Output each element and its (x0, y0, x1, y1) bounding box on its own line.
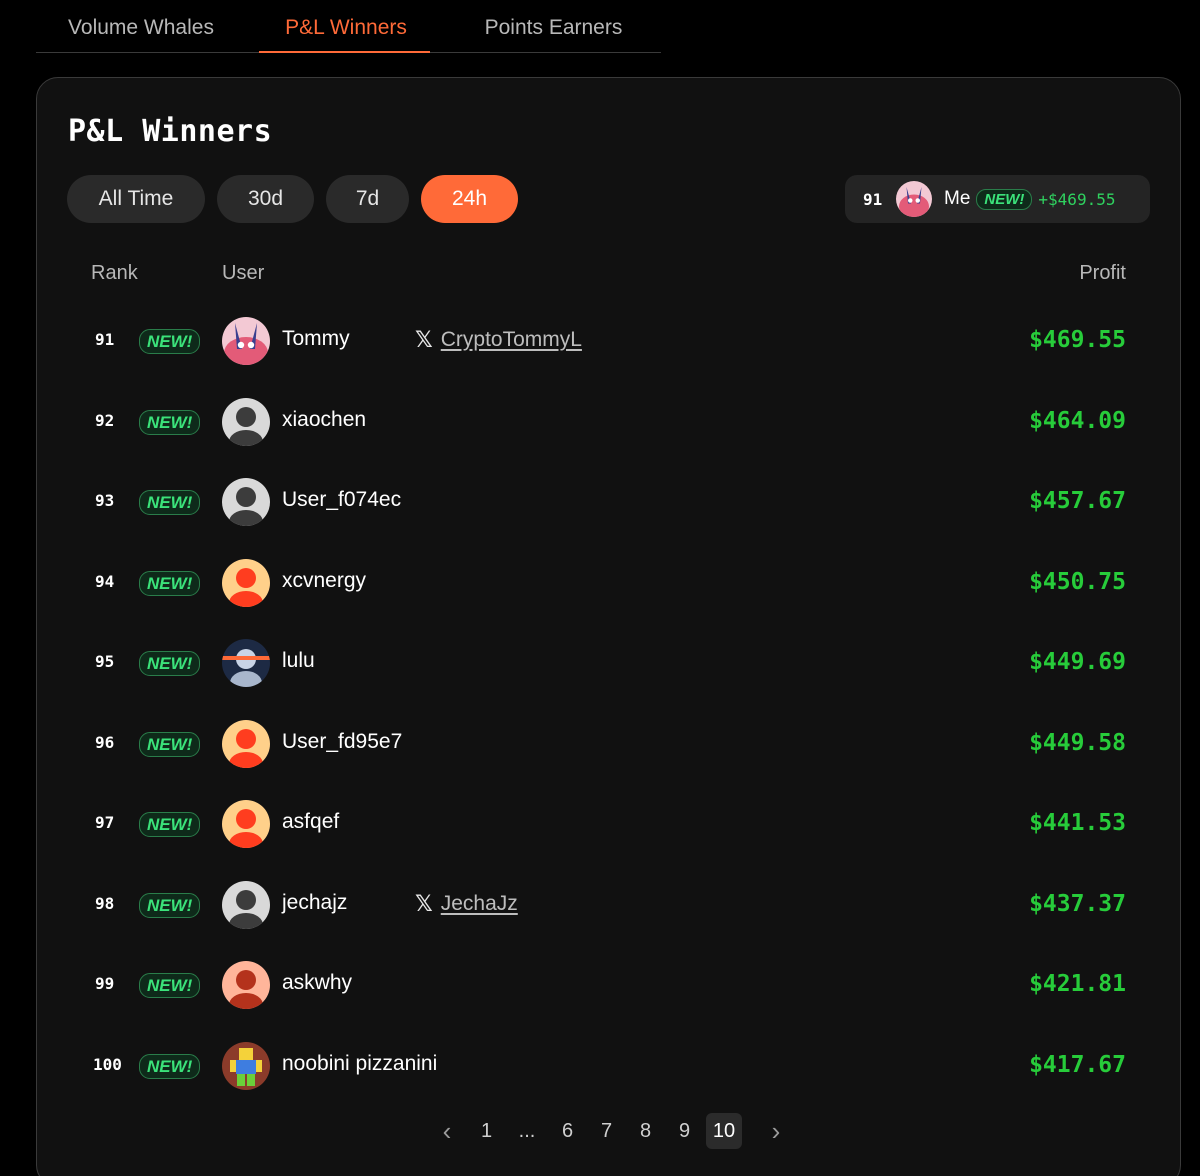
row-rank: 97 (95, 813, 115, 832)
leaderboard-rows: 91 NEW! Tommy 𝕏 CryptoTommyL $469.55 92 NEW! xia… (37, 301, 1180, 1106)
user-name[interactable]: User_fd95e7 (282, 730, 402, 754)
avatar[interactable] (222, 639, 270, 687)
user-name[interactable]: noobini pizzanini (282, 1052, 437, 1076)
row-rank: 92 (95, 410, 115, 430)
row-rank: 93 (95, 491, 115, 510)
user-name[interactable]: User_f074ec (282, 488, 401, 512)
x-logo-icon: 𝕏 (415, 327, 433, 352)
avatar[interactable] (222, 961, 270, 1009)
row-rank: 95 (95, 652, 115, 671)
x-logo-icon: 𝕏 (415, 890, 433, 916)
page-9[interactable]: 9 (665, 1113, 704, 1149)
x-handle[interactable]: JechaJz (441, 892, 518, 916)
x-handle[interactable]: CryptoTommyL (441, 328, 582, 352)
row-profit: $469.55 (1029, 327, 1126, 353)
row-rank: 99 (95, 974, 115, 993)
avatar[interactable] (222, 800, 270, 848)
column-header-user: User (222, 262, 265, 284)
leaderboard-tabs: Volume Whales P&L Winners Points Earners (36, 0, 661, 53)
page-6[interactable]: 6 (548, 1113, 587, 1149)
page-7[interactable]: 7 (587, 1113, 626, 1149)
my-rank-chip[interactable]: 91 Me NEW! +$469.55 (845, 175, 1150, 223)
tab-pnl-winners[interactable]: P&L Winners (246, 0, 446, 53)
column-header-profit[interactable]: Profit (1079, 262, 1126, 285)
new-badge: NEW! (139, 490, 201, 515)
chevron-right-icon[interactable]: › (756, 1113, 796, 1149)
leaderboard-panel: P&L Winners All Time 30d 7d 24h 91 Me NE… (36, 77, 1181, 1176)
new-badge: NEW! (976, 188, 1033, 210)
row-profit: $441.53 (1029, 810, 1126, 836)
filter-all-time[interactable]: All Time (67, 175, 205, 223)
x-link[interactable]: 𝕏 JechaJz (415, 891, 518, 917)
tab-points-earners[interactable]: Points Earners (446, 0, 661, 52)
table-row[interactable]: 96 NEW! User_fd95e7 $449.58 (37, 704, 1180, 785)
avatar[interactable] (222, 317, 270, 365)
table-row[interactable]: 93 NEW! User_f074ec $457.67 (37, 462, 1180, 543)
page-1[interactable]: 1 (467, 1113, 506, 1149)
row-profit: $417.67 (1029, 1051, 1126, 1078)
row-profit: $449.69 (1029, 649, 1126, 675)
table-row[interactable]: 98 NEW! jechajz 𝕏 JechaJz $437.37 (37, 865, 1180, 946)
avatar[interactable] (222, 719, 270, 768)
row-profit: $421.81 (1029, 971, 1126, 997)
avatar[interactable] (222, 880, 270, 929)
row-profit: $437.37 (1029, 890, 1126, 917)
pagination: ‹ 1 ... 6 7 8 9 10 › (427, 1113, 796, 1149)
avatar[interactable] (222, 478, 270, 526)
row-rank: 91 (95, 330, 115, 349)
table-row[interactable]: 100 NEW! noobini pizzanini $417.67 (37, 1026, 1180, 1107)
table-row[interactable]: 94 NEW! xcvnergy $450.75 (37, 543, 1180, 624)
tab-volume-whales[interactable]: Volume Whales (36, 0, 246, 52)
user-name[interactable]: askwhy (282, 971, 352, 995)
row-profit: $457.67 (1029, 488, 1126, 514)
my-avatar (896, 181, 932, 217)
avatar[interactable] (222, 1041, 270, 1090)
filter-24h[interactable]: 24h (421, 175, 518, 223)
new-badge: NEW! (139, 1053, 201, 1079)
new-badge: NEW! (139, 973, 201, 998)
row-rank: 96 (95, 732, 115, 752)
user-name[interactable]: Tommy (282, 327, 350, 351)
user-name[interactable]: xiaochen (282, 408, 366, 432)
column-header-rank: Rank (91, 262, 138, 284)
table-row[interactable]: 95 NEW! lulu $449.69 (37, 623, 1180, 704)
page-8[interactable]: 8 (626, 1113, 665, 1149)
new-badge: NEW! (139, 731, 201, 757)
row-profit: $449.58 (1029, 729, 1126, 756)
avatar[interactable] (222, 397, 270, 446)
panel-title: P&L Winners (68, 114, 273, 149)
row-rank: 100 (93, 1054, 122, 1074)
user-name[interactable]: xcvnergy (282, 569, 366, 593)
table-row[interactable]: 99 NEW! askwhy $421.81 (37, 945, 1180, 1026)
my-profit: +$469.55 (1038, 189, 1116, 209)
table-row[interactable]: 92 NEW! xiaochen $464.09 (37, 382, 1180, 463)
row-rank: 98 (95, 893, 115, 913)
table-row[interactable]: 97 NEW! asfqef $441.53 (37, 784, 1180, 865)
row-profit: $450.75 (1029, 568, 1126, 595)
chevron-left-icon[interactable]: ‹ (427, 1113, 467, 1149)
page-10[interactable]: 10 (706, 1113, 742, 1149)
x-link[interactable]: 𝕏 CryptoTommyL (415, 327, 582, 353)
filter-30d[interactable]: 30d (217, 175, 314, 223)
new-badge: NEW! (139, 892, 201, 918)
user-name[interactable]: asfqef (282, 810, 339, 834)
new-badge: NEW! (139, 409, 201, 435)
new-badge: NEW! (139, 651, 201, 676)
table-row[interactable]: 91 NEW! Tommy 𝕏 CryptoTommyL $469.55 (37, 301, 1180, 382)
row-profit: $464.09 (1029, 407, 1126, 434)
row-rank: 94 (95, 571, 115, 591)
user-name[interactable]: lulu (282, 649, 315, 673)
user-name[interactable]: jechajz (282, 891, 347, 915)
new-badge: NEW! (139, 570, 201, 596)
new-badge: NEW! (139, 812, 201, 837)
avatar[interactable] (222, 558, 270, 607)
filter-7d[interactable]: 7d (326, 175, 409, 223)
my-rank: 91 (863, 189, 883, 209)
time-filter-group: All Time 30d 7d 24h (67, 175, 518, 223)
my-label: Me (944, 188, 971, 209)
new-badge: NEW! (139, 329, 201, 354)
page-ellipsis: ... (518, 1120, 536, 1142)
